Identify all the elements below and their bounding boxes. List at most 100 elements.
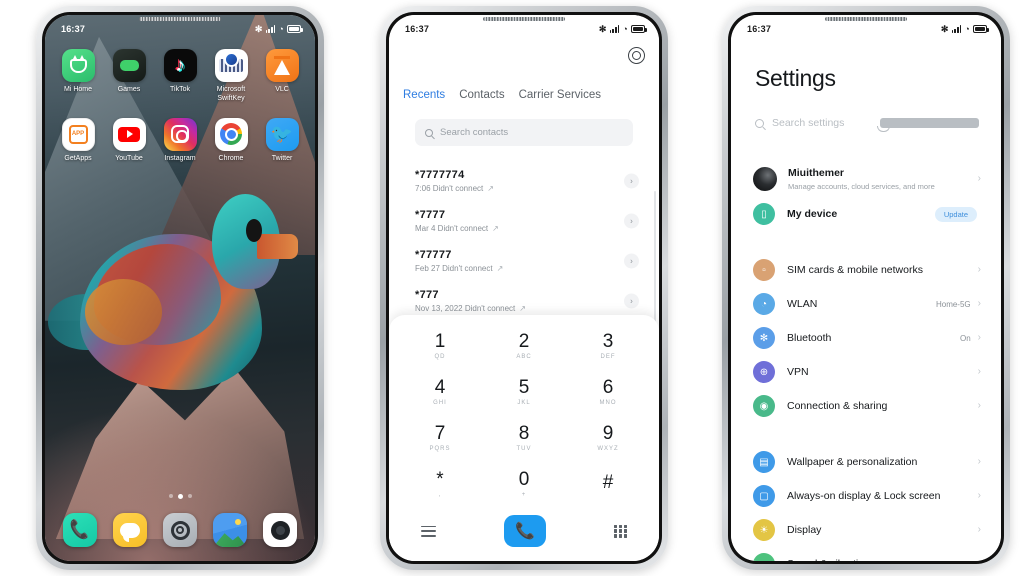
app-mi-home[interactable]: Mi Home bbox=[55, 49, 101, 104]
search-icon bbox=[755, 118, 764, 128]
settings-row-vpn[interactable]: ⊕ VPN › bbox=[731, 355, 1001, 389]
instagram-icon bbox=[163, 117, 197, 151]
key-6[interactable]: 6 MNO bbox=[575, 369, 641, 415]
key-5[interactable]: 5 JKL bbox=[491, 369, 557, 415]
globe-icon: ⊕ bbox=[753, 361, 775, 384]
chevron-right-icon[interactable]: › bbox=[624, 213, 639, 229]
search-contacts-input[interactable]: Search contacts bbox=[415, 119, 633, 146]
keypad-row: 7 PQRS 8 TUV 9 WXYZ bbox=[407, 415, 641, 461]
wifi-icon: ◔ bbox=[964, 24, 970, 34]
sim-card-icon: ▫ bbox=[753, 259, 775, 282]
call-log-row[interactable]: *7777774 7:06 Didn't connect ↗ › bbox=[389, 161, 659, 201]
settings-row-my-device[interactable]: ▯ My device Update bbox=[731, 197, 1001, 231]
tab-contacts[interactable]: Contacts bbox=[459, 89, 504, 101]
outgoing-call-icon: ↗ bbox=[519, 304, 526, 313]
app-instagram[interactable]: Instagram bbox=[157, 117, 203, 164]
app-youtube[interactable]: YouTube bbox=[106, 117, 152, 164]
key-9[interactable]: 9 WXYZ bbox=[575, 415, 641, 461]
call-log-row[interactable]: *77777 Feb 27 Didn't connect ↗ › bbox=[389, 241, 659, 281]
dock-phone-app[interactable]: 📞 bbox=[63, 513, 97, 547]
chevron-right-icon: › bbox=[977, 332, 981, 344]
avatar bbox=[753, 167, 777, 192]
app-grid: Mi Home Games ♪ TikTok Microsoft SwiftKe… bbox=[45, 49, 315, 173]
settings-row-account[interactable]: Miuithemer Manage accounts, cloud servic… bbox=[731, 161, 1001, 197]
update-badge[interactable]: Update bbox=[934, 206, 977, 222]
call-log-row[interactable]: *7777 Mar 4 Didn't connect ↗ › bbox=[389, 201, 659, 241]
key-1[interactable]: 1 QD bbox=[407, 323, 473, 369]
app-games[interactable]: Games bbox=[106, 49, 152, 104]
key-8[interactable]: 8 TUV bbox=[491, 415, 557, 461]
phone-bezel: 16:37 ✻ ◔ Settings Search settings Miuit… bbox=[728, 12, 1004, 564]
settings-label: Wallpaper & personalization bbox=[787, 455, 918, 468]
settings-row-display[interactable]: ☀ Display › bbox=[731, 513, 1001, 547]
app-vlc[interactable]: VLC bbox=[259, 49, 305, 104]
settings-row-always-on-display[interactable]: ▢ Always-on display & Lock screen › bbox=[731, 479, 1001, 513]
divider bbox=[731, 241, 1001, 253]
phone-device-dialer: 16:37 ✻ ◔ Recents Contacts Carrier Servi… bbox=[380, 6, 668, 570]
settings-row-wallpaper[interactable]: ▤ Wallpaper & personalization › bbox=[731, 445, 1001, 479]
page-dot[interactable] bbox=[187, 494, 192, 498]
chevron-right-icon[interactable]: › bbox=[624, 293, 639, 309]
sharing-icon: ◉ bbox=[753, 395, 775, 418]
settings-row-sound-vibration[interactable]: ♪ Sound & vibration › bbox=[731, 547, 1001, 561]
message-icon bbox=[120, 522, 140, 542]
vlc-icon bbox=[265, 49, 299, 82]
app-label: Twitter bbox=[271, 154, 293, 162]
dialer-screen: 16:37 ✻ ◔ Recents Contacts Carrier Servi… bbox=[389, 15, 659, 561]
key-3[interactable]: 3 DEF bbox=[575, 323, 641, 369]
app-chrome[interactable]: Chrome bbox=[208, 117, 254, 164]
microphone-icon[interactable] bbox=[876, 118, 979, 132]
earpiece-speaker bbox=[825, 17, 907, 21]
battery-icon bbox=[631, 25, 647, 33]
app-swiftkey[interactable]: Microsoft SwiftKey bbox=[208, 49, 254, 104]
search-placeholder: Search settings bbox=[772, 117, 845, 129]
signal-icon bbox=[609, 25, 620, 33]
app-label: GetApps bbox=[64, 154, 92, 162]
app-tiktok[interactable]: ♪ TikTok bbox=[157, 49, 203, 104]
call-button[interactable]: 📞 bbox=[504, 515, 546, 547]
dock-camera-app[interactable] bbox=[263, 513, 297, 547]
scrollbar[interactable] bbox=[654, 191, 656, 331]
chevron-right-icon[interactable]: › bbox=[624, 253, 639, 269]
key-star[interactable]: *, bbox=[407, 461, 473, 507]
settings-value: On bbox=[959, 333, 971, 343]
page-dot[interactable] bbox=[168, 494, 173, 498]
key-hash[interactable]: # bbox=[575, 461, 641, 507]
keypad-grid-icon[interactable] bbox=[614, 524, 627, 538]
search-settings-input[interactable]: Search settings bbox=[755, 111, 981, 135]
bluetooth-icon: ✻ bbox=[940, 23, 949, 34]
app-twitter[interactable]: 🐦 Twitter bbox=[259, 117, 305, 164]
settings-row-wlan[interactable]: ◔ WLAN Home-5G › bbox=[731, 287, 1001, 321]
dock-gallery-app[interactable] bbox=[213, 513, 247, 547]
key-7[interactable]: 7 PQRS bbox=[407, 415, 473, 461]
app-label: Chrome bbox=[218, 154, 244, 162]
gear-icon[interactable] bbox=[628, 47, 645, 64]
battery-icon bbox=[287, 25, 303, 33]
hamburger-menu-icon[interactable] bbox=[421, 525, 436, 537]
tab-carrier-services[interactable]: Carrier Services bbox=[519, 89, 601, 101]
page-dot-active[interactable] bbox=[177, 494, 183, 499]
call-detail: Mar 4 Didn't connect ↗ bbox=[415, 224, 499, 233]
wifi-icon: ◔ bbox=[753, 293, 775, 316]
settings-row-connection-sharing[interactable]: ◉ Connection & sharing › bbox=[731, 389, 1001, 423]
settings-row-sim-cards[interactable]: ▫ SIM cards & mobile networks › bbox=[731, 253, 1001, 287]
settings-row-bluetooth[interactable]: ✻ Bluetooth On › bbox=[731, 321, 1001, 355]
phone-device-home: 16:37 ✻ ◔ Mi Home Games ♪ TikTok Microso… bbox=[36, 6, 324, 570]
tab-recents[interactable]: Recents bbox=[403, 89, 445, 101]
key-4[interactable]: 4 GHI bbox=[407, 369, 473, 415]
settings-value: Home-5G bbox=[935, 299, 971, 309]
key-0[interactable]: 0 + bbox=[491, 461, 557, 507]
outgoing-call-icon: ↗ bbox=[492, 224, 499, 233]
call-number: *777 bbox=[415, 289, 439, 301]
app-getapps[interactable]: APP GetApps bbox=[55, 117, 101, 164]
app-label: VLC bbox=[275, 86, 289, 93]
call-number: *7777 bbox=[415, 209, 446, 221]
settings-group-connectivity: ▫ SIM cards & mobile networks › ◔ WLAN H… bbox=[731, 253, 1001, 423]
dock-messages-app[interactable] bbox=[113, 513, 147, 547]
key-2[interactable]: 2 ABC bbox=[491, 323, 557, 369]
chevron-right-icon: › bbox=[977, 173, 981, 185]
dock-settings-app[interactable] bbox=[163, 513, 197, 547]
chevron-right-icon[interactable]: › bbox=[624, 173, 639, 189]
dialer-tabs: Recents Contacts Carrier Services bbox=[403, 89, 649, 101]
call-detail: 7:06 Didn't connect ↗ bbox=[415, 184, 494, 193]
